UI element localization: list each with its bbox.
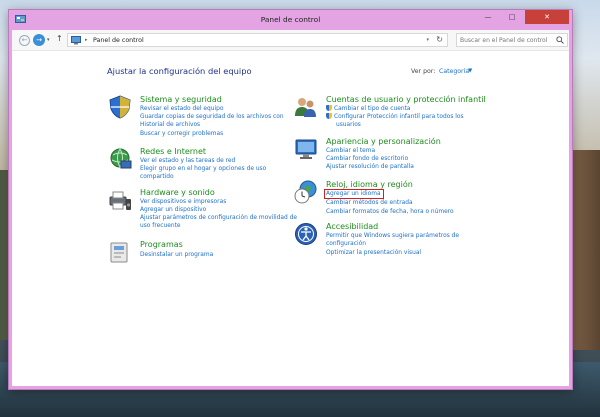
breadcrumb[interactable]: Panel de control — [93, 37, 144, 44]
view-by-label: Ver por: — [411, 68, 436, 75]
breadcrumb-chevron-icon[interactable]: ▸ — [85, 37, 88, 43]
chevron-down-icon[interactable]: ▼ — [468, 68, 472, 74]
category-title[interactable]: Accesibilidad — [326, 222, 378, 231]
link-file-history-cont[interactable]: Historial de archivos — [140, 121, 200, 129]
category-title[interactable]: Sistema y seguridad — [140, 95, 222, 104]
link-family-safety-cont[interactable]: usuarios — [336, 121, 361, 129]
page-title: Ajustar la configuración del equipo — [107, 66, 252, 76]
back-button[interactable]: ← — [19, 35, 30, 46]
link-change-account-type[interactable]: Cambiar el tipo de cuenta — [326, 105, 411, 113]
navigation-bar: ← → ▾ ↑ ▸ Panel de control ▾ ↻ — [12, 30, 569, 51]
link-text[interactable]: Cambiar el tipo de cuenta — [334, 106, 411, 112]
printer-speaker-icon[interactable] — [108, 188, 132, 212]
link-screen-resolution[interactable]: Ajustar resolución de pantalla — [326, 163, 414, 171]
appearance-icon[interactable] — [294, 137, 318, 161]
uac-shield-icon — [326, 113, 332, 119]
recent-locations-chevron-icon[interactable]: ▾ — [47, 37, 50, 43]
up-button[interactable]: ↑ — [56, 34, 63, 43]
title-bar[interactable]: Panel de control — □ ✕ — [9, 10, 572, 30]
search-box[interactable] — [456, 33, 568, 47]
category-title[interactable]: Apariencia y personalización — [326, 137, 441, 146]
link-text[interactable]: Configurar Protección infantil para todo… — [334, 114, 464, 120]
link-file-history[interactable]: Guardar copias de seguridad de los archi… — [140, 113, 284, 121]
accessibility-icon[interactable] — [294, 222, 318, 246]
link-network-status[interactable]: Ver el estado y las tareas de red — [140, 157, 235, 165]
link-homegroup[interactable]: Elegir grupo en el hogar y opciones de u… — [140, 165, 266, 173]
shield-system-icon[interactable] — [108, 95, 132, 119]
control-panel-address-icon — [71, 36, 81, 45]
link-devices-printers[interactable]: Ver dispositivos e impresoras — [140, 198, 226, 206]
view-by-dropdown[interactable]: Categoría — [439, 68, 469, 75]
category-title[interactable]: Cuentas de usuario y protección infantil — [326, 95, 486, 104]
link-family-safety[interactable]: Configurar Protección infantil para todo… — [326, 113, 464, 121]
category-title[interactable]: Redes e Internet — [140, 147, 206, 156]
link-uninstall-program[interactable]: Desinstalar un programa — [140, 251, 213, 259]
clock-globe-icon[interactable] — [294, 180, 318, 204]
link-add-device[interactable]: Agregar un dispositivo — [140, 206, 206, 214]
address-dropdown-icon[interactable]: ▾ — [426, 37, 429, 43]
category-title[interactable]: Hardware y sonido — [140, 188, 215, 197]
link-mobility-settings-cont[interactable]: uso frecuente — [140, 222, 181, 230]
link-homegroup-cont[interactable]: compartido — [140, 173, 174, 181]
close-button[interactable]: ✕ — [525, 10, 569, 24]
forward-button[interactable]: → — [33, 34, 45, 46]
link-troubleshoot[interactable]: Buscar y corregir problemas — [140, 130, 223, 138]
users-icon[interactable] — [294, 95, 318, 119]
window-content: ← → ▾ ↑ ▸ Panel de control ▾ ↻ Ajustar l… — [12, 30, 569, 386]
link-windows-suggest-settings-cont[interactable]: configuración — [326, 240, 366, 248]
link-date-time-formats[interactable]: Cambiar formatos de fecha, hora o número — [326, 208, 454, 216]
refresh-icon[interactable]: ↻ — [436, 35, 443, 44]
programs-icon[interactable] — [108, 240, 132, 264]
network-globe-icon[interactable] — [108, 147, 132, 171]
link-check-status[interactable]: Revisar el estado del equipo — [140, 105, 223, 113]
link-add-language[interactable]: Agregar un idioma — [326, 190, 381, 198]
control-panel-window: Panel de control — □ ✕ ← → ▾ ↑ ▸ Panel d… — [8, 9, 573, 390]
category-title[interactable]: Programas — [140, 240, 183, 249]
minimize-button[interactable]: — — [477, 10, 499, 24]
link-optimize-display[interactable]: Optimizar la presentación visual — [326, 249, 421, 257]
maximize-button[interactable]: □ — [501, 10, 523, 24]
link-change-theme[interactable]: Cambiar el tema — [326, 147, 375, 155]
uac-shield-icon — [326, 105, 332, 111]
link-mobility-settings[interactable]: Ajustar parámetros de configuración de m… — [140, 214, 297, 222]
link-input-methods[interactable]: Cambiar métodos de entrada — [326, 199, 413, 207]
search-input[interactable] — [460, 35, 552, 46]
address-bar[interactable]: ▸ Panel de control ▾ ↻ — [67, 33, 448, 47]
link-desktop-background[interactable]: Cambiar fondo de escritorio — [326, 155, 408, 163]
category-title[interactable]: Reloj, idioma y región — [326, 180, 413, 189]
link-windows-suggest-settings[interactable]: Permitir que Windows sugiera parámetros … — [326, 232, 459, 240]
search-icon[interactable] — [556, 36, 564, 44]
